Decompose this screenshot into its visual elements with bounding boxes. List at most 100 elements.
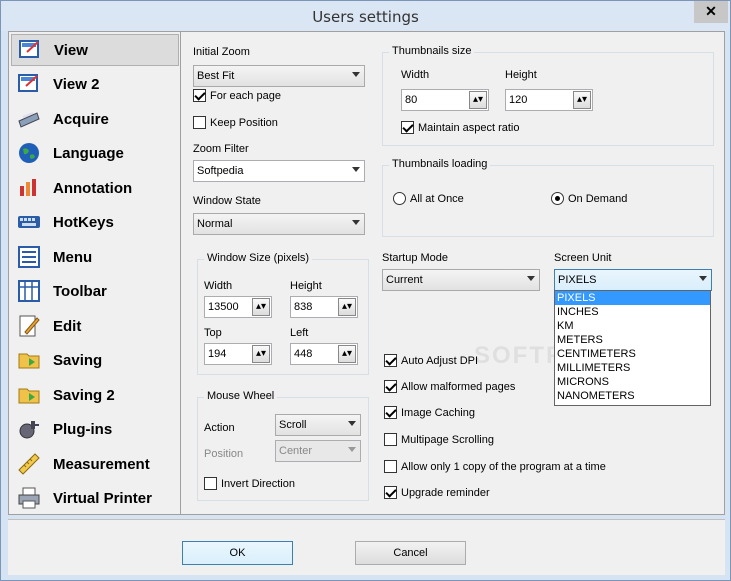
sidebar-item-plugins[interactable]: Plug-ins [11, 413, 179, 445]
dropdown-option-centimeters[interactable]: CENTIMETERS [555, 347, 710, 361]
auto-adjust-dpi-checkbox[interactable]: Auto Adjust DPI [384, 354, 478, 367]
spin-arrows-icon[interactable]: ▴▾ [252, 298, 270, 316]
dropdown-option-inches[interactable]: INCHES [555, 305, 710, 319]
ok-button[interactable]: OK [182, 541, 293, 565]
radio-circle[interactable] [393, 192, 406, 205]
initial-zoom-select[interactable]: Best Fit [193, 65, 365, 87]
dropdown-option-nanometers[interactable]: NANOMETERS [555, 389, 710, 403]
sidebar-item-label: Edit [53, 317, 82, 335]
option-label: Auto Adjust DPI [401, 354, 479, 367]
spin-arrows-icon[interactable]: ▴▾ [469, 91, 487, 109]
allow-malformed-checkbox[interactable]: Allow malformed pages [384, 380, 515, 393]
ws-top-label: Top [204, 327, 222, 339]
checkbox-box[interactable] [204, 477, 217, 490]
zoom-filter-label: Zoom Filter [193, 143, 249, 155]
checkbox-box[interactable] [384, 460, 397, 473]
sidebar-item-view2[interactable]: View 2 [11, 68, 179, 100]
button-bar: OK Cancel [8, 519, 725, 575]
chevron-down-icon [348, 421, 356, 426]
ws-height-spinner[interactable]: 838 ▴▾ [290, 296, 358, 318]
chevron-down-icon [352, 72, 360, 77]
radio-circle[interactable] [551, 192, 564, 205]
dropdown-option-meters[interactable]: METERS [555, 333, 710, 347]
startup-mode-label: Startup Mode [382, 252, 449, 264]
mw-position-select[interactable]: Center [275, 440, 361, 462]
dropdown-option-km[interactable]: KM [555, 319, 710, 333]
ws-left-spinner[interactable]: 448 ▴▾ [290, 343, 358, 365]
checkbox-box[interactable] [193, 116, 206, 129]
maintain-aspect-label: Maintain aspect ratio [418, 121, 520, 134]
upgrade-reminder-checkbox[interactable]: Upgrade reminder [384, 486, 490, 499]
checkbox-box[interactable] [384, 433, 397, 446]
printer-icon [18, 487, 40, 509]
globe-icon [19, 143, 39, 163]
option-label: Multipage Scrolling [401, 433, 494, 446]
sidebar-item-edit[interactable]: Edit [11, 310, 179, 342]
screen-unit-select[interactable]: PIXELS [554, 269, 712, 291]
checkbox-box[interactable] [193, 89, 206, 102]
ts-height-value: 120 [509, 94, 528, 106]
all-at-once-radio[interactable]: All at Once [393, 192, 464, 205]
ts-height-spinner[interactable]: 120 ▴▾ [505, 89, 593, 111]
sidebar-item-hotkeys[interactable]: HotKeys [11, 206, 179, 238]
sidebar-item-saving[interactable]: Saving [11, 344, 179, 376]
dropdown-option-microns[interactable]: MICRONS [555, 375, 710, 389]
ws-width-value: 13500 [208, 301, 239, 313]
spin-arrows-icon[interactable]: ▴▾ [252, 345, 270, 363]
thumbnails-size-title: Thumbnails size [389, 45, 475, 57]
ws-height-value: 838 [294, 301, 313, 313]
sidebar-item-acquire[interactable]: Acquire [11, 103, 179, 135]
dropdown-option-pixels[interactable]: PIXELS [555, 291, 710, 305]
startup-mode-select[interactable]: Current [382, 269, 540, 291]
keep-position-checkbox[interactable]: Keep Position [193, 116, 278, 129]
for-each-page-checkbox[interactable]: For each page [193, 89, 281, 102]
invert-direction-label: Invert Direction [221, 477, 295, 490]
screen-unit-label: Screen Unit [554, 252, 612, 264]
sidebar-item-toolbar[interactable]: Toolbar [11, 275, 179, 307]
sidebar-item-view[interactable]: View [11, 34, 179, 66]
invert-direction-checkbox[interactable]: Invert Direction [204, 477, 295, 490]
window-title: Users settings [312, 8, 419, 26]
sidebar-item-menu[interactable]: Menu [11, 241, 179, 273]
single-instance-checkbox[interactable]: Allow only 1 copy of the program at a ti… [384, 460, 606, 473]
checkbox-box[interactable] [384, 354, 397, 367]
checkbox-box[interactable] [401, 121, 414, 134]
sidebar-item-measurement[interactable]: Measurement [11, 448, 179, 480]
mw-action-select[interactable]: Scroll [275, 414, 361, 436]
save-icon [18, 353, 40, 369]
sidebar-item-label: Annotation [53, 179, 133, 197]
ws-top-spinner[interactable]: 194 ▴▾ [204, 343, 272, 365]
for-each-page-label: For each page [210, 89, 281, 102]
maintain-aspect-checkbox[interactable]: Maintain aspect ratio [401, 121, 520, 134]
option-label: Upgrade reminder [401, 486, 490, 499]
dropdown-option-millimeters[interactable]: MILLIMETERS [555, 361, 710, 375]
sidebar-item-label: Toolbar [53, 282, 107, 300]
image-caching-checkbox[interactable]: Image Caching [384, 406, 475, 419]
cancel-button[interactable]: Cancel [355, 541, 466, 565]
on-demand-radio[interactable]: On Demand [551, 192, 627, 205]
checkbox-box[interactable] [384, 380, 397, 393]
sidebar-item-language[interactable]: Language [11, 137, 179, 169]
sidebar-item-label: Saving 2 [53, 386, 115, 404]
ws-width-spinner[interactable]: 13500 ▴▾ [204, 296, 272, 318]
checkbox-box[interactable] [384, 406, 397, 419]
option-label: Image Caching [401, 406, 475, 419]
sidebar-item-label: Plug-ins [53, 420, 113, 438]
spin-arrows-icon[interactable]: ▴▾ [338, 298, 356, 316]
spin-arrows-icon[interactable]: ▴▾ [573, 91, 591, 109]
sidebar-item-label: Virtual Printer [53, 489, 152, 507]
sidebar-item-label: Menu [53, 248, 93, 266]
ts-width-spinner[interactable]: 80 ▴▾ [401, 89, 489, 111]
view2-icon [18, 74, 38, 92]
sidebar-item-saving2[interactable]: Saving 2 [11, 379, 179, 411]
multipage-scrolling-checkbox[interactable]: Multipage Scrolling [384, 433, 494, 446]
zoom-filter-select[interactable]: Softpedia [193, 160, 365, 182]
window-state-select[interactable]: Normal [193, 213, 365, 235]
spin-arrows-icon[interactable]: ▴▾ [338, 345, 356, 363]
close-icon[interactable]: ✕ [694, 1, 728, 23]
sidebar-item-annotation[interactable]: Annotation [11, 172, 179, 204]
checkbox-box[interactable] [384, 486, 397, 499]
ws-left-value: 448 [294, 348, 313, 360]
sidebar-item-virtual-printer[interactable]: Virtual Printer [11, 482, 179, 514]
mw-action-value: Scroll [279, 419, 307, 431]
